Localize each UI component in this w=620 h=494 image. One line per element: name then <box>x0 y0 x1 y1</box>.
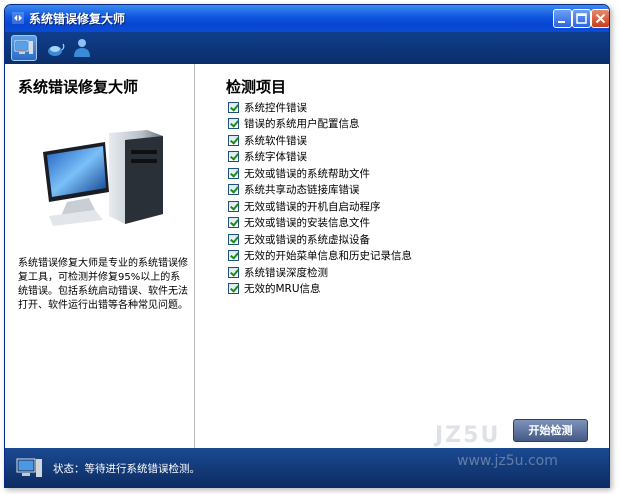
checkbox-checked-icon[interactable] <box>228 200 239 212</box>
checkbox-checked-icon[interactable] <box>228 233 239 245</box>
detection-items-list: 系统控件错误 错误的系统用户配置信息 系统软件错误 系统字体错误 无效或错误的系… <box>228 99 412 297</box>
detection-item-label: 无效或错误的安装信息文件 <box>244 217 370 230</box>
toolbar-computer-button[interactable] <box>11 35 37 61</box>
minimize-icon <box>558 21 565 23</box>
detection-item[interactable]: 系统字体错误 <box>228 149 412 166</box>
status-text: 状态：等待进行系统错误检测。 <box>53 463 200 475</box>
detection-item[interactable]: 系统控件错误 <box>228 99 412 116</box>
detection-item-label: 系统错误深度检测 <box>244 266 328 279</box>
detection-item[interactable]: 无效的MRU信息 <box>228 281 412 298</box>
window-title: 系统错误修复大师 <box>29 12 126 26</box>
info-panel: 系统错误修复大师 系统错误修复大师是专业的系统错误修复工具，可检测并修复95%以… <box>5 64 195 448</box>
maximize-icon <box>576 13 587 24</box>
detection-item[interactable]: 无效的开始菜单信息和历史记录信息 <box>228 248 412 265</box>
detection-item[interactable]: 错误的系统用户配置信息 <box>228 116 412 133</box>
toolbar-mouse-button[interactable] <box>43 35 69 61</box>
computer-illustration-icon <box>43 130 163 226</box>
start-detection-button[interactable]: 开始检测 <box>513 419 588 442</box>
detection-item[interactable]: 系统软件错误 <box>228 132 412 149</box>
detection-item-label: 错误的系统用户配置信息 <box>244 118 360 131</box>
toolbar <box>5 32 609 64</box>
detection-item[interactable]: 无效或错误的系统虚拟设备 <box>228 231 412 248</box>
product-description: 系统错误修复大师是专业的系统错误修复工具，可检测并修复95%以上的系统错误。包括… <box>18 258 188 311</box>
detection-item-label: 无效的开始菜单信息和历史记录信息 <box>244 250 412 263</box>
checkbox-checked-icon[interactable] <box>228 101 239 113</box>
app-logo-icon <box>12 12 24 24</box>
mouse-icon <box>48 43 65 56</box>
app-window: 系统错误修复大师 系统错误修复大师 系统错误修复大师是专业的系统错误修复工具，可… <box>4 4 610 488</box>
checkbox-checked-icon[interactable] <box>228 151 239 163</box>
detection-item-label: 无效或错误的系统虚拟设备 <box>244 233 370 246</box>
detection-item-label: 无效的MRU信息 <box>244 283 321 296</box>
detection-item-label: 系统共享动态链接库错误 <box>244 184 360 197</box>
detection-item-label: 系统字体错误 <box>244 151 307 164</box>
detection-item-label: 系统控件错误 <box>244 101 307 114</box>
detection-item[interactable]: 无效或错误的安装信息文件 <box>228 215 412 232</box>
checkbox-checked-icon[interactable] <box>228 167 239 179</box>
detection-item-label: 无效或错误的开机自启动程序 <box>244 200 381 213</box>
close-icon <box>595 13 606 24</box>
watermark-url: www.jz5u.com <box>457 453 558 469</box>
product-title: 系统错误修复大师 <box>18 78 139 96</box>
toolbar-user-button[interactable] <box>69 35 95 61</box>
checkbox-checked-icon[interactable] <box>228 283 239 295</box>
user-icon <box>74 39 90 57</box>
close-button[interactable] <box>591 9 609 28</box>
detection-item[interactable]: 无效或错误的开机自启动程序 <box>228 198 412 215</box>
detection-panel: 检测项目 系统控件错误 错误的系统用户配置信息 系统软件错误 系统字体错误 无效… <box>224 64 604 448</box>
computer-icon <box>14 40 33 54</box>
checkbox-checked-icon[interactable] <box>228 250 239 262</box>
detection-item-label: 无效或错误的系统帮助文件 <box>244 167 370 180</box>
status-computer-icon <box>16 458 42 477</box>
maximize-button[interactable] <box>572 9 591 28</box>
checkbox-checked-icon[interactable] <box>228 134 239 146</box>
checkbox-checked-icon[interactable] <box>228 217 239 229</box>
watermark-logo: JZ5U <box>435 423 501 448</box>
detection-title: 检测项目 <box>226 78 287 96</box>
checkbox-checked-icon[interactable] <box>228 118 239 130</box>
main-content: 系统错误修复大师 系统错误修复大师是专业的系统错误修复工具，可检测并修复95%以… <box>5 64 609 448</box>
minimize-button[interactable] <box>553 9 572 28</box>
detection-item-label: 系统软件错误 <box>244 134 307 147</box>
checkbox-checked-icon[interactable] <box>228 266 239 278</box>
detection-item[interactable]: 系统错误深度检测 <box>228 264 412 281</box>
checkbox-checked-icon[interactable] <box>228 184 239 196</box>
detection-item[interactable]: 系统共享动态链接库错误 <box>228 182 412 199</box>
title-bar[interactable]: 系统错误修复大师 <box>5 5 609 32</box>
detection-item[interactable]: 无效或错误的系统帮助文件 <box>228 165 412 182</box>
